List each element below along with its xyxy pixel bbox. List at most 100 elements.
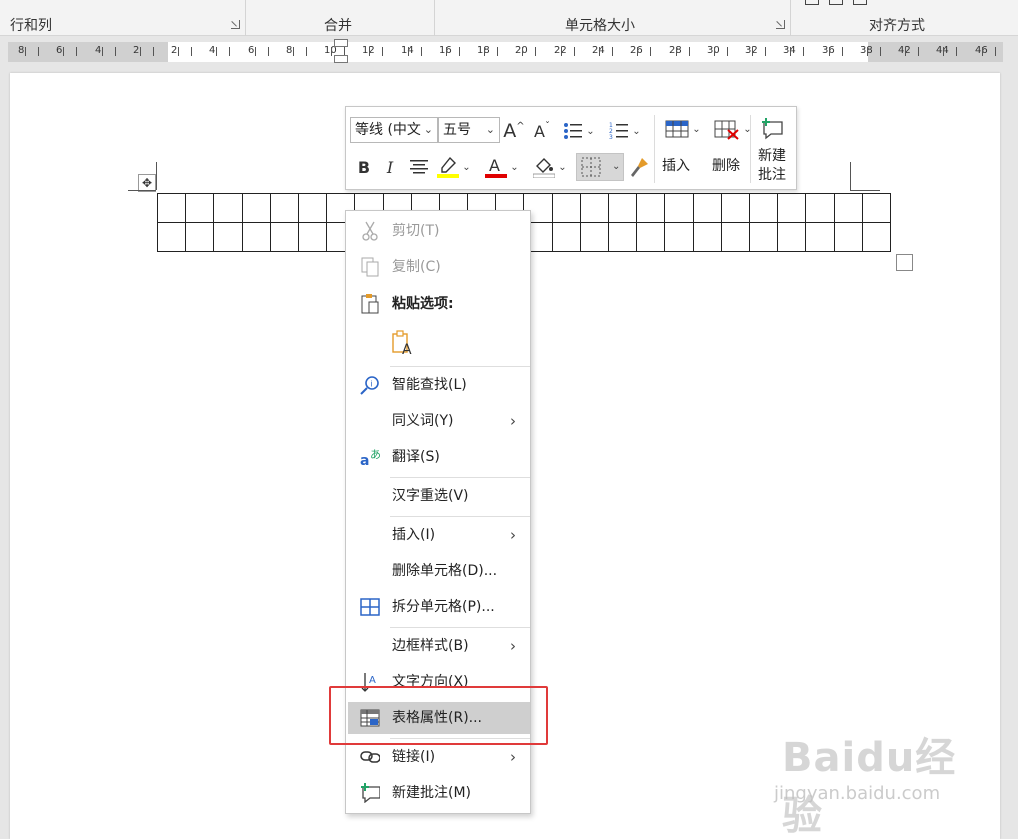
ruler-tick [676,47,677,56]
table-cell[interactable] [777,193,807,223]
menu-item-synonyms[interactable]: 同义词(Y) › [346,405,530,437]
table-cell[interactable] [297,222,328,252]
table-resize-handle[interactable] [896,254,913,271]
menu-item-new-comment[interactable]: 新建批注(M) [346,777,530,809]
highlight-color-button[interactable]: ⌄ [434,153,474,181]
font-size-combo[interactable]: 五号 ⌄ [438,117,500,143]
left-indent-marker[interactable] [334,55,348,63]
table-cell[interactable] [692,222,722,252]
menu-separator [390,477,530,478]
paint-bucket-icon [533,158,556,178]
watermark-logo: Baidu经验 [782,735,957,839]
ruler-tick [867,47,868,56]
table-cell[interactable] [664,193,694,223]
grow-font-icon[interactable]: A ^ [502,117,526,145]
menu-item-label: 汉字重选(V) [392,488,469,504]
ruler-tick [408,47,409,56]
table-cell[interactable] [748,193,779,223]
table-cell[interactable] [636,222,666,252]
menu-item-smart-lookup[interactable]: i 智能查找(L) [346,369,530,401]
scissors-icon [360,221,380,241]
menu-item-link[interactable]: 链接(I) › [346,741,530,773]
align-icon[interactable] [853,0,867,5]
center-align-icon[interactable] [406,153,432,181]
table-cell[interactable] [551,193,581,223]
table-delete-icon [714,120,739,140]
borders-button[interactable]: ⌄ [576,153,624,181]
menu-item-cut[interactable]: 剪切(T) [346,215,530,247]
delete-table-button[interactable]: ⌄ [712,115,754,143]
ruler-tick [25,47,26,56]
ribbon-group-label: 合并 [324,18,352,34]
shrink-font-icon[interactable]: Aˇ [530,117,554,145]
ruler-tick [306,47,307,56]
numbering-button[interactable]: 123 ⌄ [604,117,646,145]
table-cell[interactable] [861,193,891,223]
chevron-down-icon: ⌄ [586,125,595,137]
table-cell[interactable] [692,193,722,223]
table-cell[interactable] [579,222,610,252]
table-cell[interactable] [636,193,666,223]
ruler-tick [765,47,766,56]
table-cell[interactable] [720,222,750,252]
table-cell[interactable] [805,193,835,223]
ribbon-group-alignment: 对齐方式 [791,0,1018,36]
table-cell[interactable] [805,222,835,252]
ruler-tick [982,47,983,56]
bold-button[interactable]: B [352,153,376,181]
ruler-tick [255,47,256,56]
menu-item-copy[interactable]: 复制(C) [346,251,530,283]
table-cell[interactable] [607,193,638,223]
align-icon[interactable] [805,0,819,5]
table-cell[interactable] [156,193,187,223]
table-cell[interactable] [241,222,271,252]
table-cell[interactable] [551,222,581,252]
table-cell[interactable] [833,222,863,252]
menu-item-border-styles[interactable]: 边框样式(B) › [346,630,530,662]
table-cell[interactable] [213,222,243,252]
table-cell[interactable] [607,222,638,252]
table-cell[interactable] [269,222,299,252]
first-line-indent-marker[interactable] [334,39,348,47]
font-size-value: 五号 [443,122,471,138]
table-cell[interactable] [269,193,299,223]
svg-text:a: a [360,453,369,468]
table-cell[interactable] [833,193,863,223]
dialog-launcher-icon[interactable] [231,20,240,29]
table-cell[interactable] [777,222,807,252]
table-cell[interactable] [241,193,271,223]
table-cell[interactable] [861,222,891,252]
table-cell[interactable] [185,222,215,252]
insert-table-button[interactable]: ⌄ [662,115,704,143]
ruler-tick [689,47,690,56]
table-cell[interactable] [664,222,694,252]
table-cell[interactable] [213,193,243,223]
table-cell[interactable] [579,193,610,223]
menu-item-translate[interactable]: aあ 翻译(S) [346,441,530,473]
align-icon[interactable] [829,0,843,5]
italic-button[interactable]: I [378,153,402,181]
table-cell[interactable] [720,193,750,223]
horizontal-ruler[interactable]: 8642246810121416182022242628303234363842… [8,39,1003,63]
format-painter-icon[interactable] [626,153,652,181]
shading-button[interactable]: ⌄ [530,153,570,181]
font-color-button[interactable]: A ⌄ [482,153,522,181]
menu-item-label: 插入(I) [392,527,436,543]
table-cell[interactable] [748,222,779,252]
menu-item-insert[interactable]: 插入(I) › [346,519,530,551]
menu-item-split-cells[interactable]: 拆分单元格(P)... [346,591,530,623]
chevron-down-icon: ⌄ [692,123,701,135]
font-name-combo[interactable]: 等线 (中文 ⌄ [350,117,438,143]
table-cell[interactable] [297,193,328,223]
paste-keep-text-only-button[interactable]: A [386,327,416,359]
dialog-launcher-icon[interactable] [776,20,785,29]
borders-icon [581,157,601,177]
ruler-tick [650,47,651,56]
menu-item-delete-cells[interactable]: 删除单元格(D)... [346,555,530,587]
table-cell[interactable] [185,193,215,223]
table-cell[interactable] [156,222,187,252]
new-comment-button[interactable] [756,115,790,143]
menu-item-hanzi-reselect[interactable]: 汉字重选(V) [346,480,530,512]
delete-label: 删除 [712,158,740,174]
bullets-button[interactable]: ⌄ [558,117,600,145]
